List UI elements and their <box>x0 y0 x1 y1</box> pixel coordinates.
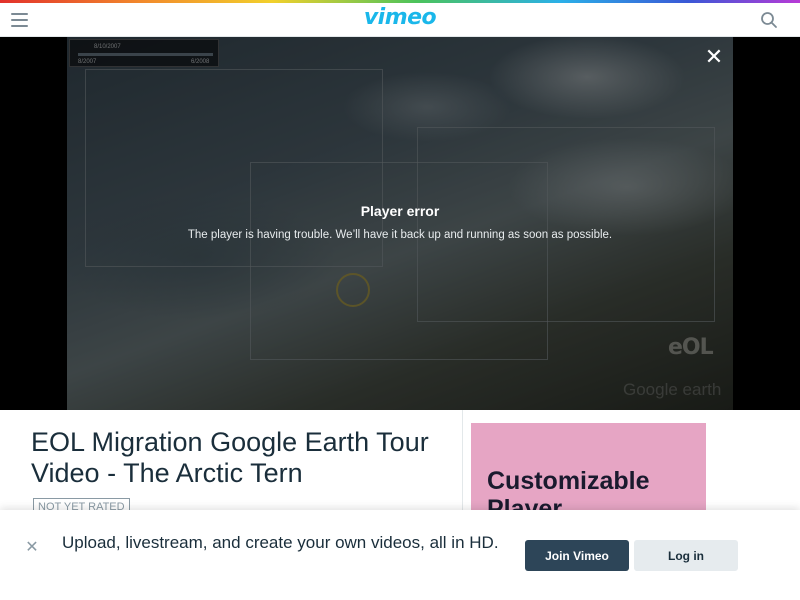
top-nav-bar: vimeo <box>0 3 800 37</box>
error-title: Player error <box>360 203 440 219</box>
close-icon[interactable]: ✕ <box>24 540 40 556</box>
column-divider <box>462 410 463 520</box>
video-frame: 8/10/2007 8/2007 6/2008 eOL Google earth <box>67 37 733 410</box>
log-in-button[interactable]: Log in <box>634 540 738 571</box>
error-overlay <box>67 37 733 410</box>
error-message: The player is having trouble. We’ll have… <box>187 229 613 241</box>
search-icon[interactable] <box>760 11 778 29</box>
video-player[interactable]: 8/10/2007 8/2007 6/2008 eOL Google earth… <box>0 37 800 410</box>
banner-message: Upload, livestream, and create your own … <box>62 533 499 552</box>
join-vimeo-button[interactable]: Join Vimeo <box>525 540 629 571</box>
signup-banner: ✕ Upload, livestream, and create your ow… <box>0 510 800 600</box>
close-icon[interactable]: ✕ <box>704 46 724 68</box>
video-title: EOL Migration Google Earth Tour Video - … <box>31 427 429 488</box>
vimeo-logo[interactable]: vimeo <box>0 5 800 30</box>
